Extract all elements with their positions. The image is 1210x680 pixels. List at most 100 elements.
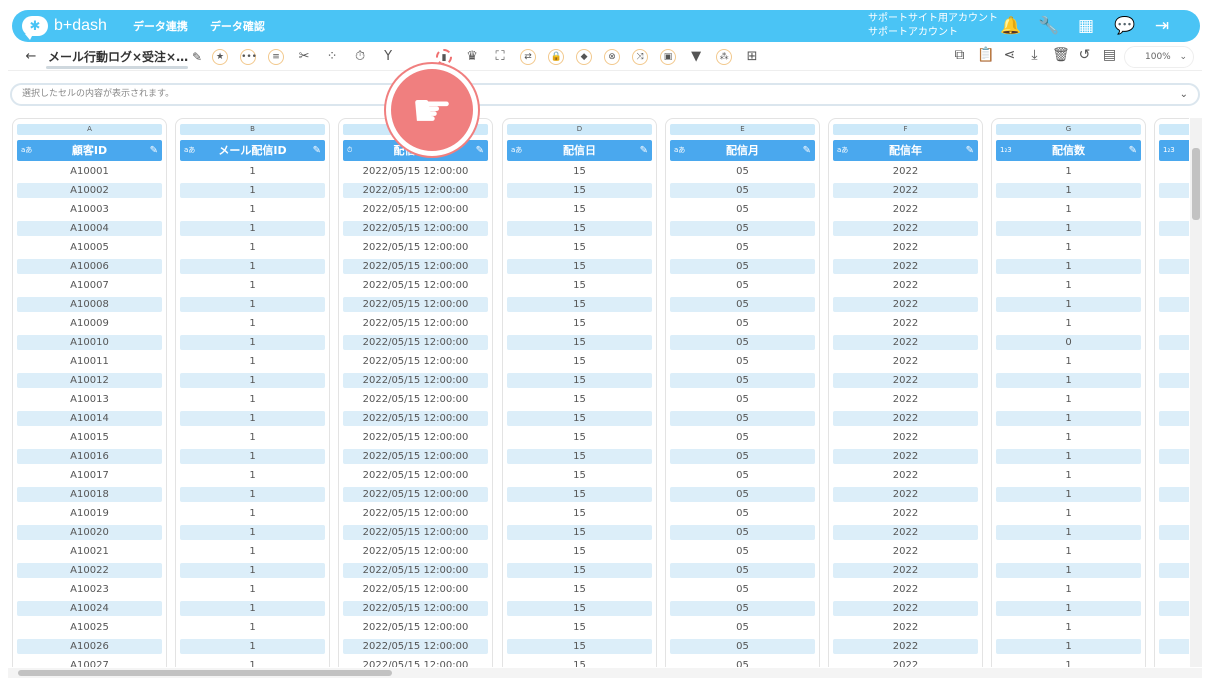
logo[interactable]: ✱ b+dash: [22, 16, 107, 40]
table-cell[interactable]: 2022/05/15 12:00:00: [343, 373, 488, 388]
table-cell[interactable]: A10003: [17, 202, 162, 217]
table-cell[interactable]: 2022: [833, 544, 978, 559]
column-letter[interactable]: [1159, 124, 1189, 135]
table-cell[interactable]: 2022/05/15 12:00:00: [343, 316, 488, 331]
shuffle-icon[interactable]: ⤨: [632, 48, 649, 65]
table-cell[interactable]: 2022/05/15 12:00:00: [343, 468, 488, 483]
table-cell[interactable]: 15: [507, 582, 652, 597]
table-cell[interactable]: [1159, 354, 1189, 369]
table-cell[interactable]: 15: [507, 202, 652, 217]
share-icon[interactable]: ⋖: [1002, 47, 1017, 63]
download-icon[interactable]: ⤓: [1027, 47, 1042, 63]
table-cell[interactable]: 2022/05/15 12:00:00: [343, 544, 488, 559]
table-cell[interactable]: 05: [670, 240, 815, 255]
table-cell[interactable]: 2022/05/15 12:00:00: [343, 278, 488, 293]
table-cell[interactable]: 2022: [833, 639, 978, 654]
close-circle-icon[interactable]: ⊗: [604, 48, 621, 65]
table-cell[interactable]: 2022/05/15 12:00:00: [343, 183, 488, 198]
table-cell[interactable]: 1: [996, 316, 1141, 331]
table-cell[interactable]: 1: [996, 525, 1141, 540]
table-cell[interactable]: 05: [670, 449, 815, 464]
table-cell[interactable]: 1: [996, 297, 1141, 312]
table-cell[interactable]: 05: [670, 506, 815, 521]
table-cell[interactable]: 1: [180, 297, 325, 312]
table-cell[interactable]: 2022/05/15 12:00:00: [343, 202, 488, 217]
nav-data-integration[interactable]: データ連携: [133, 18, 188, 34]
table-cell[interactable]: [1159, 259, 1189, 274]
table-cell[interactable]: 0: [996, 335, 1141, 350]
wrench-icon[interactable]: 🔧: [1038, 16, 1059, 36]
table-cell[interactable]: 2022: [833, 183, 978, 198]
grid-icon[interactable]: ▦: [1076, 16, 1096, 36]
table-cell[interactable]: 2022/05/15 12:00:00: [343, 297, 488, 312]
table-cell[interactable]: 1: [996, 563, 1141, 578]
table-cell[interactable]: 05: [670, 354, 815, 369]
table-cell[interactable]: [1159, 297, 1189, 312]
table-cell[interactable]: 15: [507, 373, 652, 388]
table-cell[interactable]: [1159, 316, 1189, 331]
table-cell[interactable]: 2022/05/15 12:00:00: [343, 259, 488, 274]
table-cell[interactable]: 15: [507, 563, 652, 578]
table-cell[interactable]: 1: [180, 164, 325, 179]
table-cell[interactable]: 1: [996, 658, 1141, 667]
table-cell[interactable]: 2022: [833, 601, 978, 616]
table-cell[interactable]: 1: [996, 164, 1141, 179]
table-cell[interactable]: 15: [507, 354, 652, 369]
table-cell[interactable]: 15: [507, 221, 652, 236]
table-cell[interactable]: 2022: [833, 240, 978, 255]
table-cell[interactable]: A10021: [17, 544, 162, 559]
table-cell[interactable]: 15: [507, 297, 652, 312]
horizontal-scrollbar[interactable]: [8, 668, 1202, 678]
table-cell[interactable]: A10015: [17, 430, 162, 445]
table-cell[interactable]: 05: [670, 468, 815, 483]
table-cell[interactable]: [1159, 506, 1189, 521]
table-cell[interactable]: 2022/05/15 12:00:00: [343, 392, 488, 407]
table-cell[interactable]: 2022/05/15 12:00:00: [343, 563, 488, 578]
column-letter[interactable]: F: [833, 124, 978, 135]
clipboard-icon[interactable]: 📋: [977, 47, 994, 63]
table-cell[interactable]: A10009: [17, 316, 162, 331]
table-cell[interactable]: 1: [996, 430, 1141, 445]
table-cell[interactable]: 15: [507, 506, 652, 521]
frame-icon[interactable]: ▣: [660, 48, 677, 65]
table-cell[interactable]: 15: [507, 449, 652, 464]
edit-column-pencil-icon[interactable]: ✎: [1129, 140, 1137, 161]
table-cell[interactable]: 05: [670, 335, 815, 350]
table-cell[interactable]: 1: [180, 487, 325, 502]
table-cell[interactable]: 1: [180, 183, 325, 198]
table-cell[interactable]: 1: [996, 487, 1141, 502]
edit-column-pencil-icon[interactable]: ✎: [476, 140, 484, 161]
table-cell[interactable]: 15: [507, 164, 652, 179]
table-cell[interactable]: 2022: [833, 221, 978, 236]
table-cell[interactable]: 05: [670, 487, 815, 502]
filter-icon[interactable]: ▼: [688, 48, 705, 65]
table-cell[interactable]: 1: [996, 449, 1141, 464]
cube-icon[interactable]: ◆: [576, 48, 593, 65]
table-cell[interactable]: 1: [996, 240, 1141, 255]
table-cell[interactable]: A10016: [17, 449, 162, 464]
column-letter[interactable]: G: [996, 124, 1141, 135]
column-header[interactable]: aあ 顧客ID ✎: [17, 140, 162, 161]
table-cell[interactable]: 2022/05/15 12:00:00: [343, 411, 488, 426]
column-letter[interactable]: E: [670, 124, 815, 135]
table-cell[interactable]: 1: [996, 544, 1141, 559]
table-cell[interactable]: 05: [670, 164, 815, 179]
vertical-scroll-thumb[interactable]: [1192, 148, 1200, 220]
table-cell[interactable]: A10004: [17, 221, 162, 236]
table-cell[interactable]: 1: [180, 240, 325, 255]
table-cell[interactable]: A10018: [17, 487, 162, 502]
table-cell[interactable]: 2022: [833, 278, 978, 293]
table-cell[interactable]: 2022: [833, 411, 978, 426]
table-cell[interactable]: 15: [507, 430, 652, 445]
account-info[interactable]: サポートサイト用アカウント サポートアカウント: [868, 12, 998, 40]
column-letter[interactable]: B: [180, 124, 325, 135]
edit-title-pencil-icon[interactable]: ✎: [192, 50, 202, 64]
star-icon[interactable]: ★: [212, 48, 229, 65]
table-cell[interactable]: 1: [180, 373, 325, 388]
edit-column-pencil-icon[interactable]: ✎: [966, 140, 974, 161]
table-cell[interactable]: 15: [507, 183, 652, 198]
table-cell[interactable]: 1: [996, 278, 1141, 293]
table-cell[interactable]: 2022: [833, 259, 978, 274]
table-cell[interactable]: 1: [996, 354, 1141, 369]
table-cell[interactable]: 2022/05/15 12:00:00: [343, 639, 488, 654]
